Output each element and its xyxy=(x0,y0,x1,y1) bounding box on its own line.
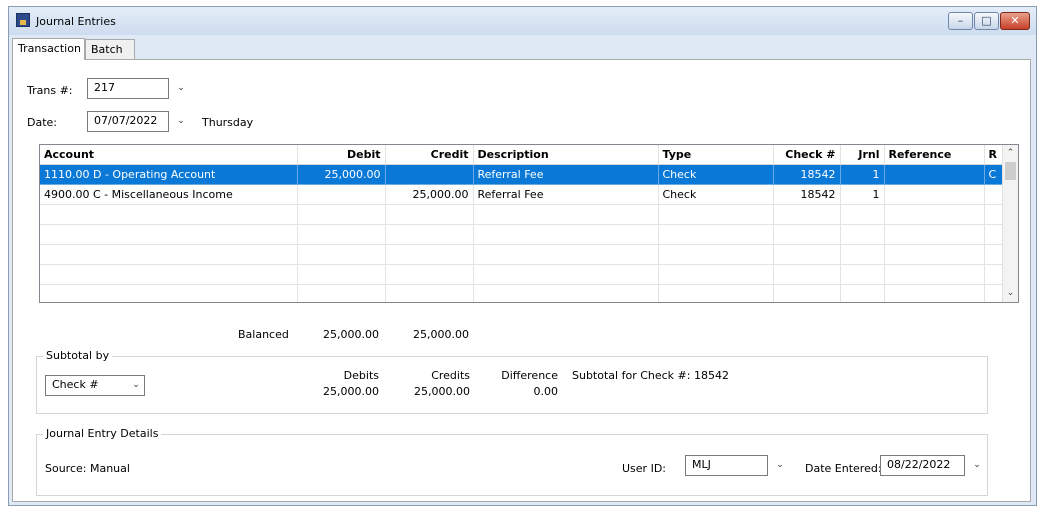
journal-grid[interactable]: Account Debit Credit Description Type Ch… xyxy=(39,144,1019,303)
cell-debit[interactable] xyxy=(297,184,386,205)
subtotal-group: Subtotal by Check # ⌄ Debits Credits Dif… xyxy=(36,349,988,414)
maximize-button[interactable]: □ xyxy=(974,12,999,30)
empty-row[interactable] xyxy=(40,204,1006,225)
date-entered-label: Date Entered: xyxy=(805,462,882,475)
user-id-label: User ID: xyxy=(622,462,666,475)
empty-row[interactable] xyxy=(40,264,1006,285)
trans-number-field[interactable]: 217 xyxy=(87,78,169,99)
date-entered-dropdown-icon[interactable]: ⌄ xyxy=(969,455,985,476)
cell-account[interactable]: 1110.00 D - Operating Account xyxy=(40,164,298,185)
subtotal-credits-label: Credits xyxy=(431,369,470,382)
app-icon xyxy=(16,13,30,27)
col-type[interactable]: Type xyxy=(658,145,774,165)
col-account[interactable]: Account xyxy=(40,145,298,165)
cell-reference[interactable] xyxy=(884,164,985,185)
date-label: Date: xyxy=(27,116,57,129)
cell-type[interactable]: Check xyxy=(658,184,774,205)
grid-header-row: Account Debit Credit Description Type Ch… xyxy=(40,145,1006,165)
scroll-down-icon[interactable]: ⌄ xyxy=(1003,286,1018,301)
col-debit[interactable]: Debit xyxy=(297,145,386,165)
total-debit: 25,000.00 xyxy=(323,328,379,341)
cell-debit[interactable]: 25,000.00 xyxy=(297,164,386,185)
scroll-up-icon[interactable]: ⌃ xyxy=(1003,146,1018,161)
subtotal-check-text: Subtotal for Check #: 18542 xyxy=(572,369,729,382)
date-field[interactable]: 07/07/2022 xyxy=(87,111,169,132)
table-row[interactable]: 4900.00 C - Miscellaneous Income 25,000.… xyxy=(40,184,1006,205)
col-jrnl[interactable]: Jrnl xyxy=(840,145,885,165)
balance-status: Balanced xyxy=(238,328,289,341)
subtotal-debits-label: Debits xyxy=(343,369,379,382)
subtotal-group-title: Subtotal by xyxy=(43,349,113,362)
tab-transaction[interactable]: Transaction xyxy=(12,38,85,60)
source-text: Source: Manual xyxy=(45,462,130,475)
date-entered-field[interactable]: 08/22/2022 xyxy=(880,455,965,476)
journal-entry-details-group: Journal Entry Details Source: Manual Use… xyxy=(36,427,988,496)
date-dropdown-icon[interactable]: ⌄ xyxy=(173,111,189,132)
user-id-field[interactable]: MLJ xyxy=(685,455,768,476)
col-credit[interactable]: Credit xyxy=(385,145,474,165)
cell-check[interactable]: 18542 xyxy=(773,184,841,205)
subtotal-difference-value: 0.00 xyxy=(533,385,559,398)
transaction-panel: Trans #: 217 ⌄ Date: 07/07/2022 ⌄ Thursd… xyxy=(12,59,1031,502)
title-bar[interactable]: Journal Entries – □ ✕ xyxy=(9,7,1036,35)
subtotal-debits-value: 25,000.00 xyxy=(323,385,379,398)
minimize-button[interactable]: – xyxy=(948,12,973,30)
scroll-thumb[interactable] xyxy=(1005,162,1016,180)
col-reference[interactable]: Reference xyxy=(884,145,985,165)
journal-entries-window: Journal Entries – □ ✕ Transaction Batch … xyxy=(8,6,1037,506)
total-credit: 25,000.00 xyxy=(413,328,469,341)
cell-description[interactable]: Referral Fee xyxy=(473,184,659,205)
cell-account[interactable]: 4900.00 C - Miscellaneous Income xyxy=(40,184,298,205)
cell-credit[interactable] xyxy=(385,164,474,185)
cell-credit[interactable]: 25,000.00 xyxy=(385,184,474,205)
subtotal-credits-value: 25,000.00 xyxy=(414,385,470,398)
window-title: Journal Entries xyxy=(36,15,116,28)
col-description[interactable]: Description xyxy=(473,145,659,165)
cell-jrnl[interactable]: 1 xyxy=(840,164,885,185)
cell-check[interactable]: 18542 xyxy=(773,164,841,185)
empty-row[interactable] xyxy=(40,284,1006,302)
close-button[interactable]: ✕ xyxy=(1000,12,1030,30)
trans-number-label: Trans #: xyxy=(27,84,73,97)
subtotal-dropdown-icon[interactable]: ⌄ xyxy=(128,375,144,396)
trans-number-dropdown-icon[interactable]: ⌄ xyxy=(173,78,189,99)
empty-row[interactable] xyxy=(40,224,1006,245)
grid-vertical-scrollbar[interactable]: ⌃ ⌄ xyxy=(1002,145,1018,302)
cell-type[interactable]: Check xyxy=(658,164,774,185)
user-id-dropdown-icon[interactable]: ⌄ xyxy=(772,455,788,476)
cell-reference[interactable] xyxy=(884,184,985,205)
details-group-title: Journal Entry Details xyxy=(43,427,162,440)
table-row[interactable]: 1110.00 D - Operating Account 25,000.00 … xyxy=(40,164,1006,185)
col-check[interactable]: Check # xyxy=(773,145,841,165)
empty-row[interactable] xyxy=(40,244,1006,265)
day-of-week: Thursday xyxy=(202,116,254,129)
tab-batch[interactable]: Batch xyxy=(85,39,135,59)
cell-jrnl[interactable]: 1 xyxy=(840,184,885,205)
cell-description[interactable]: Referral Fee xyxy=(473,164,659,185)
subtotal-difference-label: Difference xyxy=(501,369,558,382)
